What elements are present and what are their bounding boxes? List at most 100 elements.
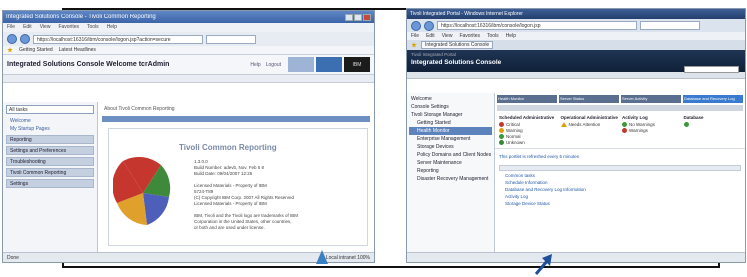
- status-row[interactable]: Unknown: [499, 140, 557, 145]
- menu-edit[interactable]: Edit: [23, 24, 32, 31]
- menu-view[interactable]: View: [442, 33, 453, 39]
- column-header: Activity Log: [622, 115, 648, 120]
- forward-icon[interactable]: [20, 34, 30, 44]
- status-row[interactable]: Critical: [499, 122, 557, 127]
- tree-item[interactable]: Server Maintenance: [409, 159, 492, 167]
- menu-tools[interactable]: Tools: [87, 24, 99, 31]
- tab-health-monitor[interactable]: Health Monitor: [497, 95, 557, 103]
- column-header: Operational Administrative: [560, 115, 618, 120]
- menu-tools[interactable]: Tools: [487, 33, 499, 39]
- portlet-tabs: Health Monitor Server Status Server Acti…: [495, 95, 745, 103]
- status-text: Done: [7, 255, 19, 261]
- nav-task[interactable]: Settings: [6, 179, 94, 188]
- tab-server-activity[interactable]: Server Activity: [621, 95, 681, 103]
- status-label: Critical: [506, 122, 520, 127]
- tree-item[interactable]: Getting Started: [409, 119, 492, 127]
- main-content: Health Monitor Server Status Server Acti…: [495, 93, 745, 252]
- screenshot-health-monitor: Tivoli Integrated Portal - Windows Inter…: [406, 8, 746, 263]
- task-link[interactable]: Storage Device Status: [495, 200, 745, 207]
- tree-item[interactable]: Console Settings: [409, 103, 492, 111]
- back-icon[interactable]: [411, 20, 421, 31]
- favorites-icon[interactable]: [411, 42, 417, 48]
- critical-icon: [499, 122, 504, 127]
- search-input[interactable]: [640, 21, 700, 30]
- tree-item[interactable]: Reporting: [409, 167, 492, 175]
- tab-database[interactable]: Database and Recovery Log: [683, 95, 743, 103]
- menu-edit[interactable]: Edit: [426, 33, 435, 39]
- main-content: About Tivoli Common Reporting Tivoli Com…: [98, 102, 374, 252]
- navigation-panel: All tasks Welcome My Startup Pages Repor…: [3, 102, 98, 252]
- nav-link-welcome[interactable]: Welcome: [6, 117, 94, 125]
- tree-item[interactable]: Storage Devices: [409, 143, 492, 151]
- navigation-bar: https://localhost:16316/ibm/console/logo…: [3, 32, 374, 46]
- favorites-icon[interactable]: [7, 47, 13, 53]
- nav-task[interactable]: Settings and Preferences: [6, 146, 94, 155]
- about-panel: Tivoli Common Reporting 1.3.0.0 Build Nu…: [108, 128, 368, 246]
- task-link[interactable]: Activity Log: [495, 193, 745, 200]
- status-label: No Warnings: [629, 122, 655, 127]
- console-search-input[interactable]: [684, 66, 739, 73]
- status-grid: Scheduled Administrative Critical Warnin…: [495, 113, 745, 149]
- tree-item[interactable]: Tivoli Storage Manager: [409, 111, 492, 119]
- nav-task[interactable]: Reporting: [6, 135, 94, 144]
- view-select[interactable]: All tasks: [6, 105, 94, 114]
- task-link[interactable]: Database and Recovery Log Information: [495, 186, 745, 193]
- portlet-toolbar: [497, 105, 743, 111]
- status-row[interactable]: [683, 122, 742, 127]
- help-link[interactable]: Help: [250, 62, 260, 68]
- menu-help[interactable]: Help: [506, 33, 516, 39]
- tree-item[interactable]: Disaster Recovery Management: [409, 175, 492, 183]
- app-title: Integrated Solutions Console: [411, 59, 502, 66]
- browser-tab[interactable]: Integrated Solutions Console: [421, 41, 494, 49]
- maximize-button[interactable]: [354, 13, 362, 21]
- menu-help[interactable]: Help: [107, 24, 117, 31]
- menu-file[interactable]: File: [411, 33, 419, 39]
- status-row[interactable]: Warnings: [622, 128, 680, 133]
- menu-favorites[interactable]: Favorites: [58, 24, 79, 31]
- favorites-bar: Getting Started Latest Headlines: [3, 46, 374, 55]
- normal-icon: [499, 134, 504, 139]
- logout-link[interactable]: Logout: [266, 62, 281, 68]
- app-header: Integrated Solutions Console Welcome tcr…: [3, 55, 374, 75]
- search-input[interactable]: [206, 34, 256, 44]
- menu-bar: File Edit View Favorites Tools Help: [3, 23, 374, 32]
- status-column: Operational Administrative Needs Attenti…: [560, 115, 619, 146]
- tree-item-selected[interactable]: Health Monitor: [409, 127, 492, 135]
- minimize-button[interactable]: [345, 13, 353, 21]
- title-bar: Tivoli Integrated Portal - Windows Inter…: [407, 9, 745, 19]
- back-icon[interactable]: [7, 34, 17, 44]
- task-link[interactable]: Schedule Information: [495, 179, 745, 186]
- menu-favorites[interactable]: Favorites: [459, 33, 480, 39]
- address-bar[interactable]: https://localhost:16316/ibm/console/logo…: [33, 34, 203, 44]
- product-title: Tivoli Common Reporting: [179, 143, 277, 152]
- menu-view[interactable]: View: [40, 24, 51, 31]
- menu-bar: File Edit View Favorites Tools Help: [407, 32, 745, 40]
- nav-link-startup[interactable]: My Startup Pages: [6, 125, 94, 133]
- tab-server-status[interactable]: Server Status: [559, 95, 619, 103]
- version-info: 1.3.0.0 Build Number: adevb, Nov. Feb 5 …: [194, 159, 298, 231]
- status-row[interactable]: Normal: [499, 134, 557, 139]
- arrow-diagonal-icon: [534, 254, 552, 275]
- tree-item[interactable]: Enterprise Management: [409, 135, 492, 143]
- tree-item[interactable]: Policy Domains and Client Nodes: [409, 151, 492, 159]
- forward-icon[interactable]: [424, 20, 434, 31]
- column-header: Database: [683, 115, 704, 120]
- nav-task[interactable]: Troubleshooting: [6, 157, 94, 166]
- address-bar[interactable]: https://localhost:16316/ibm/console/logo…: [437, 21, 637, 30]
- status-row[interactable]: No Warnings: [622, 122, 680, 127]
- favorite-link[interactable]: Latest Headlines: [59, 47, 96, 53]
- favorite-link[interactable]: Getting Started: [19, 47, 53, 53]
- status-label: Unknown: [506, 140, 525, 145]
- tree-item[interactable]: Welcome: [409, 95, 492, 103]
- warning-icon: [499, 128, 504, 133]
- close-button[interactable]: [363, 13, 371, 21]
- status-row[interactable]: Warning: [499, 128, 557, 133]
- status-row[interactable]: Needs Attention: [560, 122, 619, 127]
- nav-task[interactable]: Tivoli Common Reporting: [6, 168, 94, 177]
- status-column: Database: [683, 115, 742, 146]
- task-link[interactable]: Common tasks: [495, 172, 745, 179]
- column-header: Scheduled Administrative: [499, 115, 555, 120]
- status-label: Normal: [506, 134, 521, 139]
- window-title: Tivoli Integrated Portal - Windows Inter…: [410, 11, 523, 17]
- menu-file[interactable]: File: [7, 24, 15, 31]
